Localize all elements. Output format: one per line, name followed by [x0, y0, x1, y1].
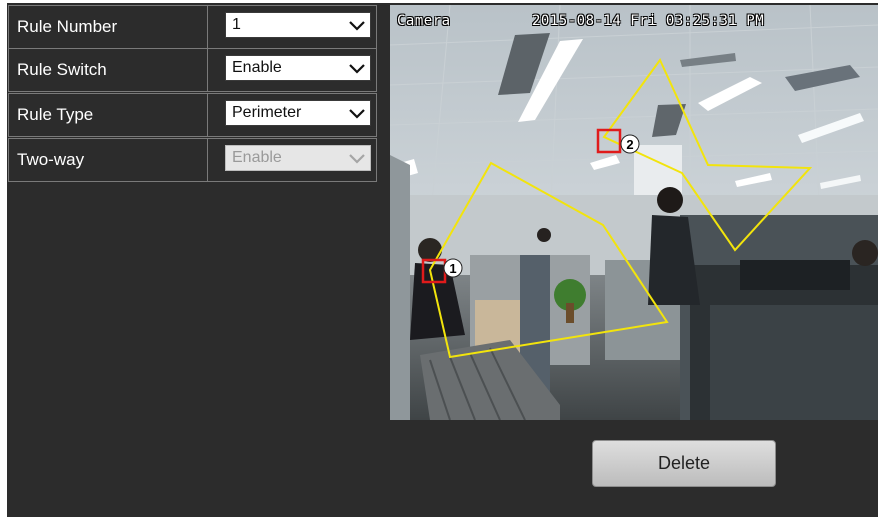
chevron-down-icon: [349, 64, 365, 74]
rule-1-badge-label: 1: [449, 261, 456, 276]
delete-button[interactable]: Delete: [592, 440, 776, 487]
rule-number-label: Rule Number: [9, 6, 208, 48]
camera-name-osd: Camera: [397, 13, 451, 29]
rule-2-badge-label: 2: [626, 137, 633, 152]
rule-overlay: 1 2: [421, 58, 813, 359]
camera-datetime-osd: 2015-08-14 Fri 03:25:31 PM: [532, 13, 765, 29]
rule-type-select[interactable]: Perimeter: [225, 100, 371, 126]
rule-type-row: Rule Type Perimeter: [8, 93, 377, 137]
rule-type-label: Rule Type: [9, 94, 208, 136]
chevron-down-icon: [349, 109, 365, 119]
rule-number-select[interactable]: 1: [225, 12, 371, 38]
two-way-select[interactable]: Enable: [225, 145, 371, 171]
chevron-down-icon: [349, 21, 365, 31]
rule-2-region: [602, 58, 813, 252]
two-way-row: Two-way Enable: [8, 138, 377, 182]
rule-number-row: Rule Number 1: [8, 5, 377, 49]
two-way-label: Two-way: [9, 139, 208, 181]
two-way-value: Enable: [232, 149, 282, 166]
rule-2-marker: [596, 128, 622, 154]
rule-switch-select[interactable]: Enable: [225, 55, 371, 81]
rule-switch-row: Rule Switch Enable: [8, 48, 377, 92]
camera-view[interactable]: 1 2 Camera 2015-08-14 Fri 03:25:31 PM: [390, 5, 878, 420]
chevron-down-icon: [349, 154, 365, 164]
rule-switch-value: Enable: [232, 59, 282, 76]
rule-number-value: 1: [232, 16, 241, 33]
rule-type-value: Perimeter: [232, 104, 302, 121]
rule-1-region: [428, 161, 669, 359]
rule-switch-label: Rule Switch: [9, 49, 208, 91]
